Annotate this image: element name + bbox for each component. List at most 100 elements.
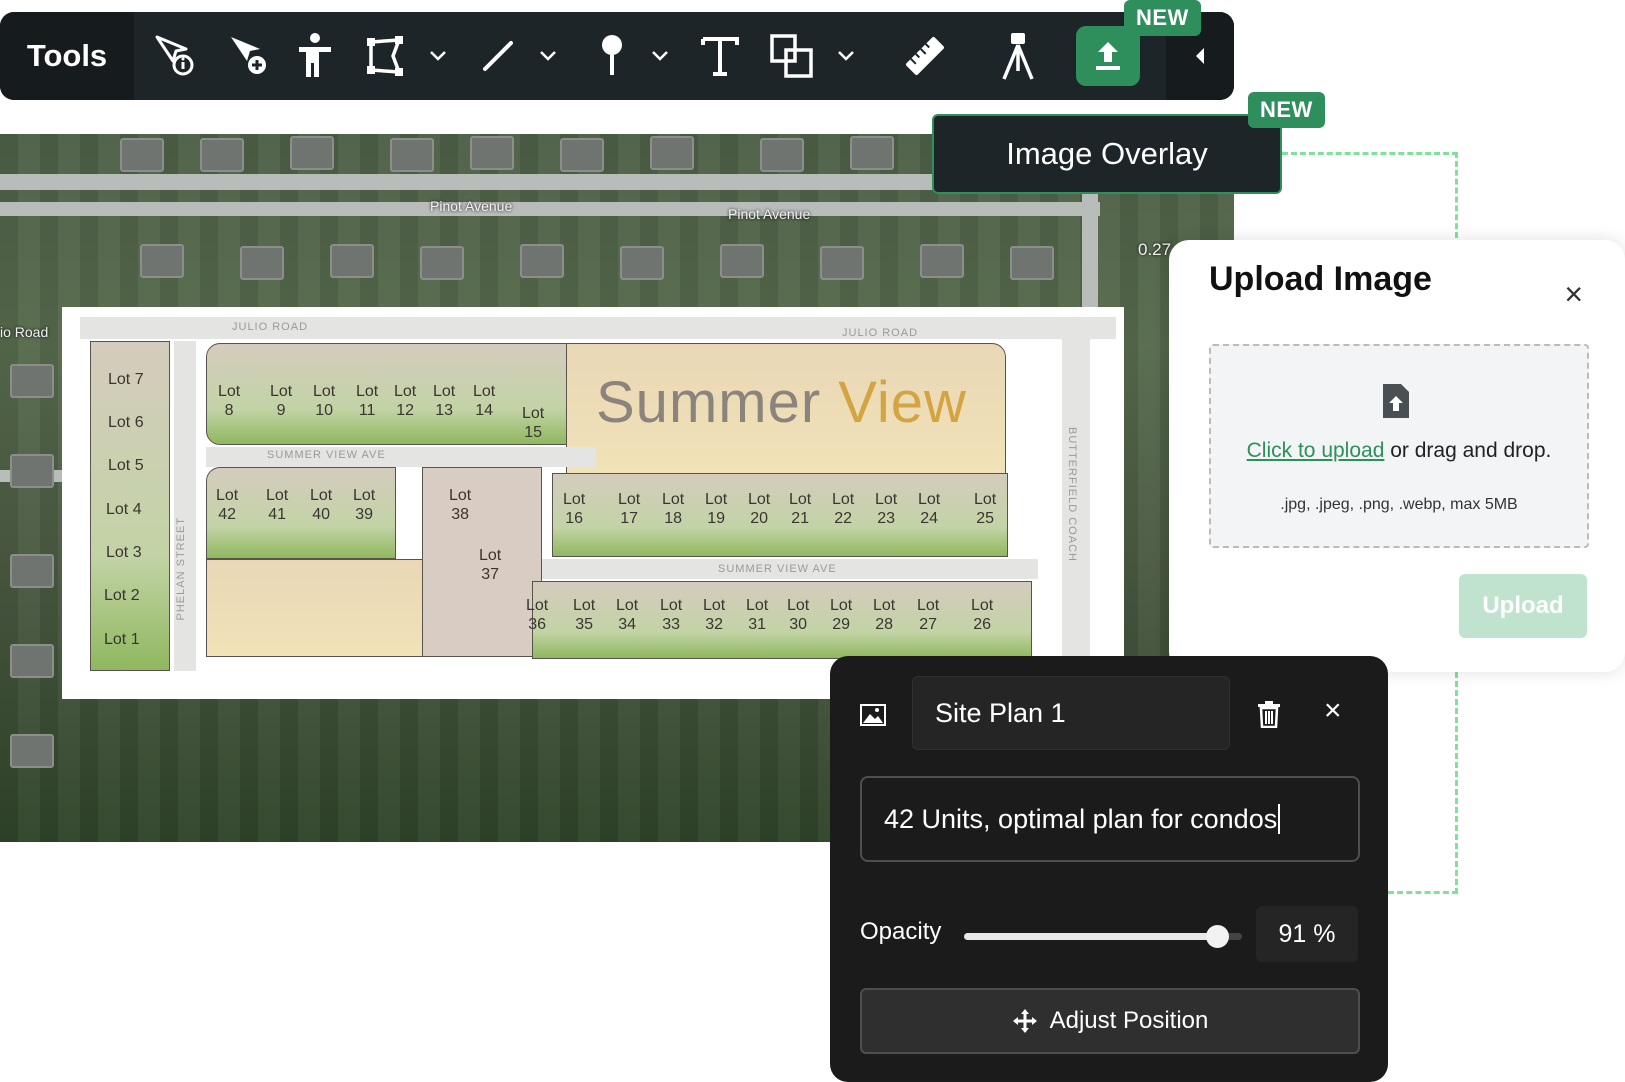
lot-label: Lot 4	[106, 501, 142, 518]
lot-label: Lot 27	[917, 597, 940, 633]
select-info-tool[interactable]	[148, 28, 204, 84]
lot-label: Lot 23	[875, 491, 898, 527]
summer-view-ave	[206, 447, 596, 467]
shapes-dropdown[interactable]	[832, 28, 860, 84]
house	[650, 136, 694, 170]
house	[420, 246, 464, 280]
house	[470, 136, 514, 170]
pin-icon	[602, 35, 622, 75]
lot-label: Lot 29	[830, 597, 853, 633]
opacity-label: Opacity	[860, 918, 942, 945]
lot-label: Lot 33	[660, 597, 683, 633]
house	[720, 244, 764, 278]
lot-block-top	[206, 343, 568, 445]
house	[290, 136, 334, 170]
house	[620, 246, 664, 280]
line-icon	[483, 41, 513, 71]
adjust-position-label: Adjust Position	[1049, 1007, 1209, 1034]
lot-label: Lot 26	[971, 597, 994, 633]
accepted-formats: .jpg, .jpeg, .png, .webp, max 5MB	[1280, 496, 1518, 513]
lot-label: Lot 15	[522, 405, 545, 441]
polygon-tool[interactable]	[360, 28, 410, 84]
house	[10, 364, 54, 398]
house	[850, 136, 894, 170]
lot-label: Lot 17	[618, 491, 641, 527]
house	[560, 138, 604, 172]
house	[240, 246, 284, 280]
person-icon	[299, 33, 331, 77]
road-label: JULIO ROAD	[842, 327, 919, 339]
line-tool[interactable]	[476, 28, 520, 84]
chevron-down-icon	[838, 51, 854, 61]
text-icon	[701, 37, 739, 76]
select-add-tool[interactable]	[222, 28, 278, 84]
upload-button[interactable]: Upload	[1459, 574, 1587, 638]
opacity-slider-thumb[interactable]	[1205, 925, 1229, 948]
trash-icon[interactable]	[1256, 700, 1282, 728]
house	[1010, 246, 1054, 280]
caret-left-icon	[1196, 48, 1204, 64]
lot-label: Lot 32	[703, 597, 726, 633]
house	[520, 244, 564, 278]
road	[0, 202, 1100, 216]
lot-label: Lot 22	[832, 491, 855, 527]
street-label: io Road	[0, 324, 49, 340]
image-overlay-panel: Site Plan 1 × 42 Units, optimal plan for…	[830, 656, 1388, 1082]
opacity-value[interactable]: 91 %	[1256, 906, 1358, 962]
house	[140, 244, 184, 278]
lot-label: Lot 30	[787, 597, 810, 633]
lot-label: Lot 10	[313, 383, 336, 419]
upload-panel-title: Upload Image	[1209, 260, 1432, 298]
upload-icon	[1096, 42, 1120, 70]
lot-label: Lot 12	[394, 383, 417, 419]
shapes-tool[interactable]	[766, 28, 818, 84]
polygon-dropdown[interactable]	[424, 28, 452, 84]
click-to-upload-link[interactable]: Click to upload	[1247, 439, 1385, 462]
house	[10, 554, 54, 588]
ruler-tool[interactable]	[900, 28, 950, 84]
pin-dropdown[interactable]	[646, 28, 674, 84]
text-caret	[1278, 804, 1281, 834]
adjust-position-button[interactable]: Adjust Position	[860, 988, 1360, 1054]
lot-label: Lot 31	[746, 597, 769, 633]
opacity-slider[interactable]	[964, 925, 1242, 948]
text-tool[interactable]	[696, 28, 744, 84]
image-overlay-tooltip: Image Overlay	[932, 114, 1282, 194]
house	[390, 138, 434, 172]
lot-label: Lot 13	[433, 383, 456, 419]
lot-label: Lot 39	[353, 487, 376, 523]
chevron-down-icon	[430, 51, 446, 61]
lot-label: Lot 2	[104, 587, 140, 604]
close-icon[interactable]: ×	[1324, 696, 1342, 726]
person-tool[interactable]	[290, 28, 340, 84]
house	[120, 138, 164, 172]
house	[10, 644, 54, 678]
line-dropdown[interactable]	[534, 28, 562, 84]
ruler-icon	[906, 37, 944, 75]
lot-label: Lot 38	[449, 487, 472, 523]
lot-label: Lot 19	[705, 491, 728, 527]
area-measurement: 0.27	[1138, 240, 1172, 259]
overlay-description-input[interactable]: 42 Units, optimal plan for condos	[860, 776, 1360, 862]
lot-label: Lot 34	[616, 597, 639, 633]
guide-dashed-line	[1282, 152, 1458, 238]
lot-label: Lot 41	[266, 487, 289, 523]
tools-toolbar: Tools	[0, 12, 1234, 100]
upload-dropzone[interactable]: Click to upload or drag and drop. .jpg, …	[1209, 344, 1589, 548]
phelan-street	[174, 341, 196, 671]
upload-image-panel: Upload Image × Click to upload or drag a…	[1169, 240, 1625, 672]
lot-label: Lot 25	[974, 491, 997, 527]
new-badge-tooltip: NEW	[1248, 92, 1325, 128]
lot-label: Lot 35	[573, 597, 596, 633]
survey-tool[interactable]	[994, 28, 1042, 84]
pin-tool[interactable]	[592, 28, 632, 84]
close-icon[interactable]: ×	[1564, 278, 1583, 310]
toolbar-title-cell: Tools	[0, 12, 134, 100]
description-text: 42 Units, optimal plan for condos	[884, 803, 1278, 834]
house	[10, 734, 54, 768]
survey-tripod-icon	[1002, 33, 1034, 80]
road-label: PHELAN STREET	[175, 517, 187, 621]
overlay-name-input[interactable]: Site Plan 1	[912, 676, 1230, 750]
lot-label: Lot 14	[473, 383, 496, 419]
lot-label: Lot 42	[216, 487, 239, 523]
